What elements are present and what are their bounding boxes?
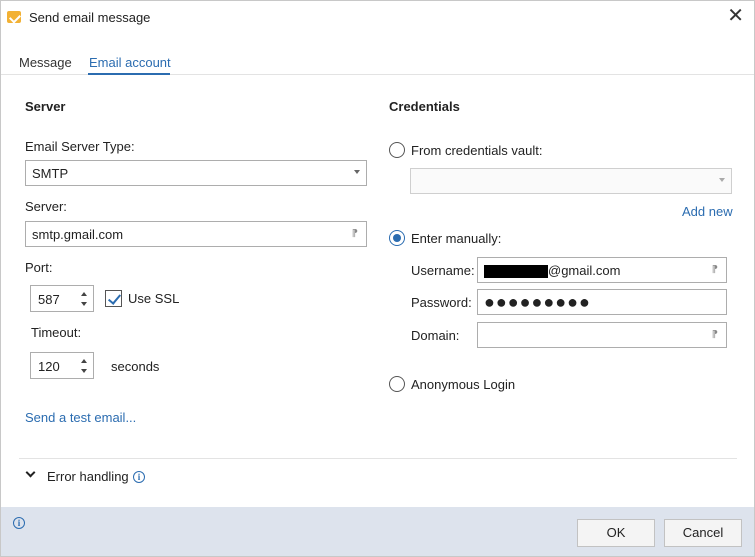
username-suffix: @gmail.com — [548, 263, 621, 278]
ok-button[interactable]: OK — [577, 519, 655, 547]
tab-bar: Message Email account — [1, 49, 754, 75]
tab-email-account[interactable]: Email account — [89, 55, 171, 70]
pin-icon: ⁋ — [711, 264, 718, 275]
info-icon[interactable]: i — [133, 471, 145, 483]
server-input[interactable]: smtp.gmail.com ⁋ — [25, 221, 367, 247]
server-section-title: Server — [25, 99, 66, 114]
increment-icon[interactable] — [81, 359, 87, 363]
send-test-email-link[interactable]: Send a test email... — [25, 410, 136, 425]
redacted-block — [484, 265, 548, 279]
password-mask: ●●●●●●●●● — [484, 292, 591, 312]
anonymous-radio[interactable] — [389, 376, 405, 392]
title-bar: Send email message ✕ — [1, 1, 754, 35]
pin-icon: ⁋ — [711, 329, 718, 340]
cancel-button[interactable]: Cancel — [664, 519, 742, 547]
anonymous-option-label: Anonymous Login — [411, 377, 516, 392]
window-title: Send email message — [29, 10, 151, 25]
domain-label: Domain: — [411, 328, 460, 343]
port-label: Port: — [25, 260, 53, 275]
vault-dropdown[interactable] — [410, 168, 732, 194]
add-new-link[interactable]: Add new — [682, 204, 733, 219]
credentials-section-title: Credentials — [389, 99, 460, 114]
timeout-stepper[interactable]: 120 — [30, 352, 94, 379]
server-value: smtp.gmail.com — [32, 227, 124, 242]
manual-radio[interactable] — [389, 230, 405, 246]
use-ssl-label: Use SSL — [128, 291, 180, 306]
username-label: Username: — [411, 263, 475, 278]
manual-option-label: Enter manually: — [411, 231, 502, 246]
server-label: Server: — [25, 199, 67, 214]
password-label: Password: — [411, 295, 472, 310]
info-icon[interactable]: i — [13, 517, 25, 529]
server-type-value: SMTP — [32, 166, 69, 181]
decrement-icon[interactable] — [81, 369, 87, 373]
chevron-down-icon[interactable] — [25, 467, 36, 478]
port-value: 587 — [38, 292, 60, 307]
close-icon[interactable]: ✕ — [727, 6, 744, 26]
increment-icon[interactable] — [81, 292, 87, 296]
timeout-value: 120 — [38, 359, 60, 374]
password-input[interactable]: ●●●●●●●●● — [477, 289, 727, 315]
tab-message[interactable]: Message — [19, 55, 72, 70]
server-type-dropdown[interactable]: SMTP — [25, 160, 367, 186]
vault-radio[interactable] — [389, 142, 405, 158]
app-icon — [7, 11, 21, 23]
active-tab-indicator — [88, 73, 170, 75]
divider — [19, 458, 737, 459]
chevron-down-icon — [719, 178, 725, 182]
vault-option-label: From credentials vault: — [411, 143, 543, 158]
pin-icon: ⁋ — [351, 228, 358, 239]
error-handling-label[interactable]: Error handling — [47, 469, 129, 484]
server-type-label: Email Server Type: — [25, 139, 135, 154]
send-email-dialog: Send email message ✕ Message Email accou… — [0, 0, 755, 557]
username-input[interactable]: @gmail.com ⁋ — [477, 257, 727, 283]
port-stepper[interactable]: 587 — [30, 285, 94, 312]
domain-input[interactable]: ⁋ — [477, 322, 727, 348]
timeout-label: Timeout: — [31, 325, 82, 340]
use-ssl-checkbox[interactable] — [105, 290, 122, 307]
decrement-icon[interactable] — [81, 302, 87, 306]
timeout-unit-label: seconds — [111, 359, 160, 374]
dialog-footer: i OK Cancel — [1, 507, 754, 556]
chevron-down-icon — [354, 170, 360, 174]
